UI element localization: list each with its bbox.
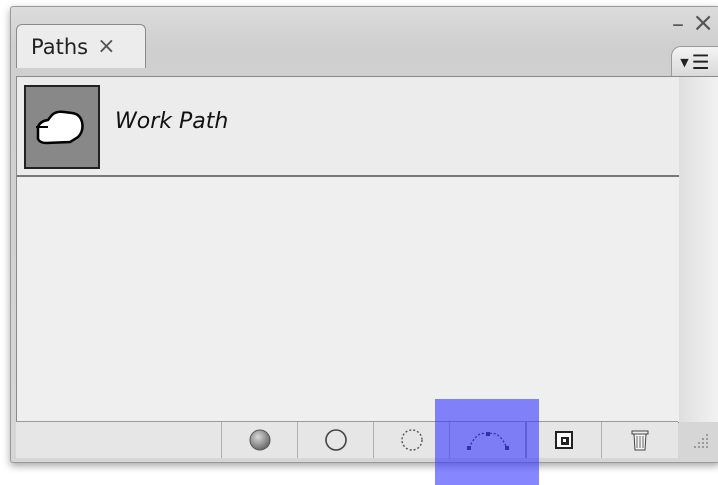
path-thumbnail bbox=[24, 85, 100, 169]
fill-path-button[interactable] bbox=[221, 422, 297, 458]
outline-circle-icon bbox=[324, 429, 347, 451]
new-path-icon bbox=[555, 431, 573, 449]
filled-circle-icon bbox=[249, 429, 270, 451]
stroke-path-button[interactable] bbox=[297, 422, 373, 458]
tab-close-icon[interactable]: × bbox=[97, 35, 115, 58]
paths-toolbar bbox=[16, 421, 678, 458]
scrollbar[interactable] bbox=[678, 76, 718, 422]
minimize-icon[interactable]: – bbox=[672, 12, 684, 36]
tab-paths[interactable]: Paths × bbox=[16, 24, 146, 68]
hand-shape-icon bbox=[36, 110, 84, 145]
path-row-work-path[interactable]: Work Path bbox=[17, 77, 679, 177]
delete-path-button[interactable] bbox=[601, 422, 677, 458]
make-work-path-button[interactable] bbox=[449, 422, 525, 458]
dotted-circle-icon bbox=[400, 429, 423, 451]
load-as-selection-button[interactable] bbox=[373, 422, 449, 458]
path-name: Work Path bbox=[115, 109, 229, 134]
panel-menu-icon: ▼ bbox=[680, 55, 689, 69]
new-path-button[interactable] bbox=[525, 422, 601, 458]
paths-list: Work Path bbox=[16, 76, 679, 423]
resize-grip-icon[interactable] bbox=[680, 426, 714, 456]
menu-lines-icon: ☰ bbox=[691, 50, 710, 74]
trash-icon bbox=[631, 430, 648, 451]
tab-label: Paths bbox=[31, 34, 89, 59]
work-path-icon bbox=[466, 432, 509, 450]
close-icon[interactable]: × bbox=[692, 10, 714, 36]
panel-menu-button[interactable]: ▼ ☰ bbox=[671, 46, 718, 78]
